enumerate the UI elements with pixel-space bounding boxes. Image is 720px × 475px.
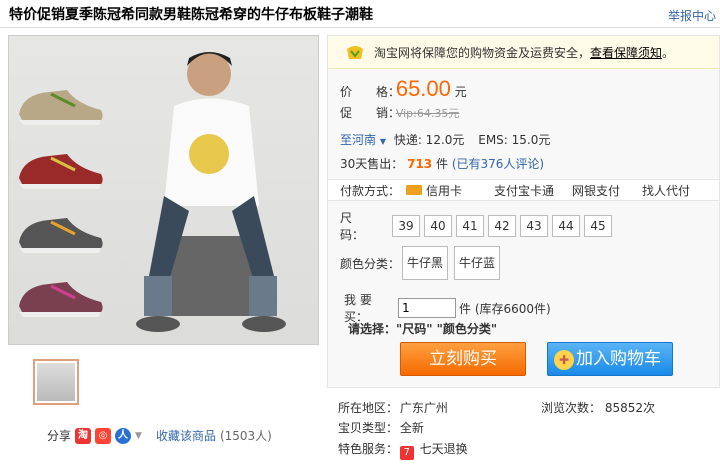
shipping-row: 至河南 ▼ 快递: 12.0元 EMS: 15.0元 <box>340 131 550 148</box>
shoe-image <box>19 218 103 253</box>
credit-card-icon <box>406 185 422 195</box>
views-row: 浏览次数： 85852次 <box>541 399 655 416</box>
type-label: 宝贝类型： <box>338 421 399 435</box>
service-row: 特色服务： 7 七天退换 <box>338 440 468 460</box>
thumbnail-image <box>37 363 75 401</box>
share-label: 分享 <box>47 429 72 443</box>
reviews-link[interactable]: (已有376人评论) <box>452 157 544 171</box>
size-label: 尺 码： <box>340 211 377 242</box>
price-value: 65.00 <box>395 76 451 101</box>
price-unit: 元 <box>454 85 467 99</box>
sales-count: 713 <box>407 157 433 171</box>
sales-label: 30天售出： <box>340 157 404 171</box>
guarantee-bar: 淘宝网将保障您的购物资金及运费安全， 查看保障须知 。 <box>328 36 719 69</box>
thumbnail[interactable] <box>33 359 79 405</box>
main-product-image[interactable] <box>8 35 319 345</box>
sales-row: 30天售出： 713 件 (已有376人评论) <box>340 155 544 172</box>
size-option[interactable]: 40 <box>424 215 452 237</box>
payment-label: 付款方式： <box>340 183 401 198</box>
shipping-region-select[interactable]: 至河南 <box>340 133 376 147</box>
size-option[interactable]: 44 <box>552 215 580 237</box>
weibo-share-icon[interactable]: ◎ <box>95 427 112 444</box>
size-option[interactable]: 43 <box>520 215 548 237</box>
size-option[interactable]: 39 <box>392 215 420 237</box>
promo-label: 促 销： <box>340 106 401 120</box>
buy-now-button[interactable]: 立刻购买 <box>400 342 526 376</box>
size-option[interactable]: 45 <box>584 215 612 237</box>
favorite-link[interactable]: 收藏该商品 <box>156 427 216 444</box>
guarantee-link[interactable]: 查看保障须知 <box>590 44 662 61</box>
views-value: 85852次 <box>604 401 656 415</box>
service-label: 特色服务： <box>338 442 399 456</box>
price-row: 价 格： 65.00 元 <box>340 76 467 102</box>
location-label: 所在地区： <box>338 401 399 415</box>
favorite-count: (1503人) <box>219 429 272 443</box>
share-row: 分享 淘 ◎ 人 ▼ 收藏该商品 (1503人) <box>47 427 272 444</box>
service-value[interactable]: 七天退换 <box>420 442 468 456</box>
location-row: 所在地区： 广东广州 <box>338 399 448 416</box>
payment-method[interactable]: 信用卡 <box>426 182 494 199</box>
vip-price: Vip:64.35元 <box>395 107 460 120</box>
report-link[interactable]: 举报中心 <box>668 7 716 24</box>
cart-icon: ✚ <box>554 350 574 370</box>
guarantee-text: 淘宝网将保障您的购物资金及运费安全， <box>374 45 591 60</box>
payment-row: 付款方式： 信用卡 支付宝卡通 网银支付 找人代付 <box>328 179 719 201</box>
product-info-panel: 淘宝网将保障您的购物资金及运费安全， 查看保障须知 。 价 格： 65.00 元… <box>327 35 720 388</box>
payment-method[interactable]: 找人代付 <box>642 182 690 199</box>
location-value: 广东广州 <box>399 401 448 415</box>
seven-day-return-icon: 7 <box>399 446 414 460</box>
express-fee: 快递: 12.0元 <box>393 133 465 147</box>
payment-method[interactable]: 支付宝卡通 <box>494 182 572 199</box>
guarantee-suffix: 。 <box>662 45 675 60</box>
price-label: 价 格： <box>340 85 401 99</box>
chevron-down-icon[interactable]: ▼ <box>380 137 386 146</box>
shoe-image <box>19 154 103 189</box>
type-value: 全新 <box>399 421 424 435</box>
color-option[interactable]: 牛仔黑 <box>402 246 449 280</box>
add-to-cart-label: 加入购物车 <box>576 349 661 369</box>
renren-share-icon[interactable]: 人 <box>115 427 132 444</box>
chevron-down-icon[interactable]: ▼ <box>135 431 142 441</box>
add-to-cart-button[interactable]: ✚ 加入购物车 <box>547 342 673 376</box>
color-selector: 颜色分类： 牛仔黑 牛仔蓝 <box>340 246 506 280</box>
sales-unit: 件 <box>436 157 449 171</box>
size-option[interactable]: 42 <box>488 215 516 237</box>
taobao-share-icon[interactable]: 淘 <box>75 427 92 444</box>
promo-row: 促 销： Vip:64.35元 <box>340 104 459 121</box>
type-row: 宝贝类型： 全新 <box>338 419 424 436</box>
shoe-image <box>19 282 103 317</box>
payment-method[interactable]: 网银支付 <box>572 182 642 199</box>
quantity-input[interactable] <box>398 298 456 318</box>
color-label: 颜色分类： <box>340 256 401 271</box>
stock-info: 件 (库存6600件) <box>459 301 551 316</box>
hands-icon <box>347 46 363 59</box>
views-label: 浏览次数： <box>541 401 602 415</box>
model-photo <box>136 52 286 332</box>
choose-prompt: 请选择："尺码" "颜色分类" <box>348 322 498 336</box>
divider <box>0 27 720 28</box>
ems-fee: EMS: 15.0元 <box>478 133 551 147</box>
color-option[interactable]: 牛仔蓝 <box>454 246 501 280</box>
size-option[interactable]: 41 <box>456 215 484 237</box>
shoe-image <box>19 90 103 125</box>
size-selector: 尺 码： 39 40 41 42 43 44 45 <box>340 209 616 243</box>
product-title: 特价促销夏季陈冠希同款男鞋陈冠希穿的牛仔布板鞋子潮鞋 <box>9 7 373 23</box>
